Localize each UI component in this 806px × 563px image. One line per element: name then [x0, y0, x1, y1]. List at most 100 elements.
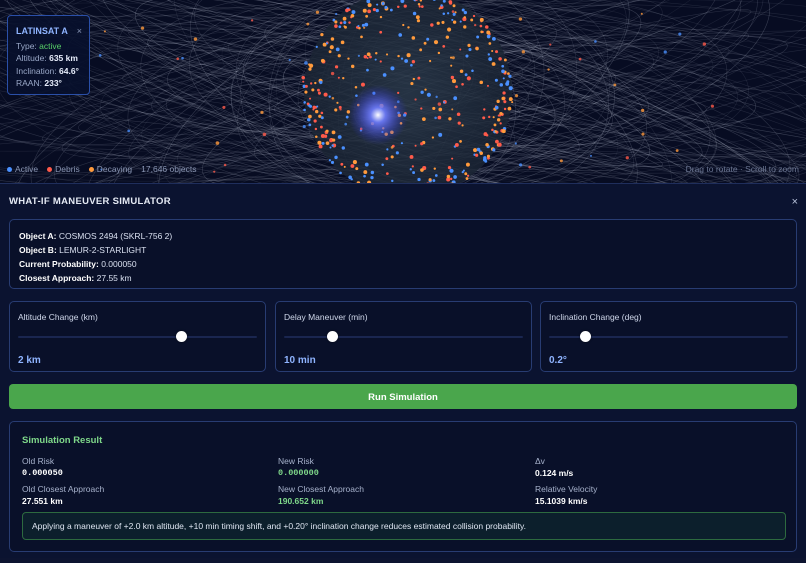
delay-maneuver-value: 10 min: [284, 355, 523, 366]
satellite-dot: [355, 86, 358, 89]
satellite-dot: [519, 17, 522, 20]
satellite-dot: [500, 122, 502, 124]
satellite-dot: [503, 77, 505, 79]
satellite-dot: [519, 163, 522, 166]
satellite-dot: [368, 3, 372, 7]
satellite-dot: [480, 151, 483, 154]
satellite-dot: [501, 97, 505, 101]
satellite-dot: [500, 83, 504, 87]
satellite-dot: [442, 45, 445, 48]
inclination-change-card: Inclination Change (deg) 0.2°: [540, 301, 797, 372]
satellite-dot: [358, 55, 360, 57]
satellite-dot: [488, 57, 492, 61]
satellite-dot: [446, 35, 449, 38]
satellite-dot: [494, 123, 497, 126]
altitude-change-slider[interactable]: [18, 336, 257, 338]
satellite-dot: [438, 133, 442, 137]
satellite-dot: [383, 73, 387, 77]
delay-maneuver-label: Delay Maneuver (min): [284, 312, 523, 322]
satellite-dot: [467, 44, 470, 47]
satellite-dot: [141, 26, 144, 29]
satellite-dot: [424, 89, 426, 91]
satellite-dot: [424, 42, 427, 45]
satellite-dot: [396, 151, 399, 154]
satellite-dot: [381, 2, 384, 5]
satellite-dot: [380, 16, 382, 18]
satellite-dot: [326, 141, 330, 145]
satellite-dot: [488, 116, 490, 118]
satellite-dot: [308, 63, 310, 65]
satellite-dot: [348, 175, 352, 179]
satellite-dot: [458, 121, 461, 124]
satellite-dot: [402, 24, 404, 26]
delay-slider-thumb[interactable]: [327, 331, 338, 342]
satellite-dot: [404, 59, 408, 63]
satellite-dot: [453, 4, 456, 7]
inclination-slider-thumb[interactable]: [580, 331, 591, 342]
altitude-change-card: Altitude Change (km) 2 km: [9, 301, 266, 372]
satellite-dot: [465, 73, 468, 76]
satellite-dot: [447, 27, 451, 31]
altitude-slider-thumb[interactable]: [176, 331, 187, 342]
satellite-dot: [308, 115, 312, 119]
satellite-dot: [474, 24, 476, 26]
controls-hint: Drag to rotate · Scroll to zoom: [686, 164, 799, 174]
satellite-dot: [335, 13, 337, 15]
satellite-dot: [329, 50, 332, 53]
close-icon[interactable]: ×: [77, 25, 82, 38]
satellite-dot: [314, 119, 317, 122]
satellite-dot: [348, 8, 351, 11]
satellite-dot: [486, 31, 490, 35]
run-simulation-button[interactable]: Run Simulation: [9, 384, 797, 409]
old-closest-approach-value: 27.551 km: [22, 496, 104, 506]
satellite-dot: [447, 12, 449, 14]
satellite-dot: [317, 89, 320, 92]
satellite-dot: [464, 172, 467, 175]
satellite-dot: [381, 164, 384, 167]
satellite-dot: [427, 93, 431, 97]
satellite-dot: [213, 171, 215, 173]
satellite-dot: [303, 109, 306, 112]
inclination-change-slider[interactable]: [549, 336, 788, 338]
satellite-dot: [251, 19, 253, 21]
satellite-dot: [375, 59, 377, 61]
satellite-dot: [422, 117, 426, 121]
satellite-dot: [457, 112, 461, 116]
satellite-dot: [322, 142, 325, 145]
satellite-dot: [336, 47, 340, 51]
satellite-dot: [504, 58, 507, 61]
satellite-dot: [302, 81, 304, 83]
satellite-dot: [263, 133, 267, 137]
satellite-dot: [448, 117, 451, 120]
satellite-dot: [412, 36, 416, 40]
satellite-dot: [352, 10, 356, 14]
old-closest-approach: Old Closest Approach 27.551 km: [22, 484, 104, 506]
satellite-dot: [443, 101, 445, 103]
satellite-dot: [509, 97, 513, 101]
satellite-dot: [549, 44, 551, 46]
satellite-dot: [506, 80, 509, 83]
satellite-dot: [401, 57, 403, 59]
raan-value: 233°: [44, 78, 62, 88]
relative-velocity: Relative Velocity 15.1039 km/s: [535, 484, 597, 506]
satellite-dot: [420, 91, 423, 94]
satellite-dot: [364, 55, 367, 58]
satellite-dot: [363, 170, 367, 174]
orbit-visualization[interactable]: [0, 0, 806, 183]
satellite-dot: [504, 108, 506, 110]
satellite-dot: [367, 9, 371, 13]
satellite-dot: [495, 50, 498, 53]
satellite-dot: [331, 37, 335, 41]
satellite-dot: [480, 25, 483, 28]
close-icon[interactable]: ×: [792, 196, 798, 208]
globe-viewport[interactable]: LATINSAT A × Type: active Altitude: 635 …: [0, 0, 806, 183]
delay-maneuver-slider[interactable]: [284, 336, 523, 338]
type-value: active: [39, 41, 61, 51]
status-bar: [0, 558, 806, 562]
satellite-dot: [492, 148, 495, 151]
satellite-dot: [448, 0, 452, 4]
satellite-dot: [438, 116, 442, 120]
satellite-dot: [305, 85, 308, 88]
satellite-dot: [386, 53, 388, 55]
satellite-dot: [391, 155, 394, 158]
